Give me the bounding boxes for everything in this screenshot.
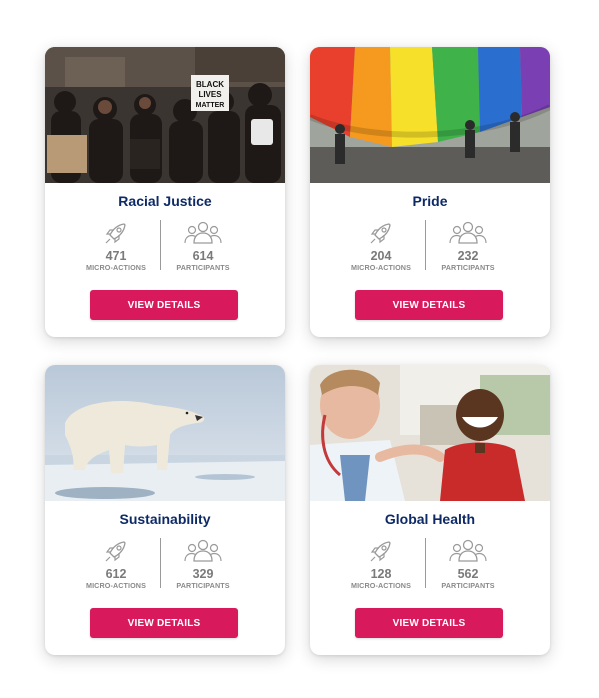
cause-card-racial-justice[interactable]: BLACK LIVES MATTER Racial Justice 471 MI…	[45, 47, 285, 337]
micro-actions-label: MICRO-ACTIONS	[351, 263, 411, 272]
svg-text:BLACK: BLACK	[196, 80, 224, 89]
cause-card-sustainability[interactable]: Sustainability 612 MICRO-ACTIONS 329 PAR…	[45, 365, 285, 655]
view-details-button[interactable]: VIEW DETAILS	[355, 608, 503, 638]
rocket-icon	[105, 223, 126, 244]
participants-count: 232	[457, 249, 479, 263]
participants-stat: 232 PARTICIPANTS	[423, 219, 513, 272]
card-title: Racial Justice	[118, 193, 212, 209]
micro-actions-count: 612	[105, 567, 127, 581]
card-title: Pride	[412, 193, 448, 209]
view-details-button[interactable]: VIEW DETAILS	[90, 290, 238, 320]
participants-stat: 562 PARTICIPANTS	[423, 537, 513, 590]
view-details-button[interactable]: VIEW DETAILS	[355, 290, 503, 320]
rainbow-flag-photo	[310, 47, 550, 183]
polar-bear-photo	[45, 365, 285, 501]
protest-photo: BLACK LIVES MATTER	[45, 47, 285, 183]
participants-label: PARTICIPANTS	[441, 263, 495, 272]
participants-stat: 329 PARTICIPANTS	[158, 537, 248, 590]
cause-card-pride[interactable]: Pride 204 MICRO-ACTIONS 232 PARTICIPANTS…	[310, 47, 550, 337]
participants-label: PARTICIPANTS	[441, 581, 495, 590]
participants-stat: 614 PARTICIPANTS	[158, 219, 248, 272]
rocket-icon	[105, 541, 126, 562]
people-icon	[184, 221, 222, 244]
participants-count: 614	[192, 249, 214, 263]
micro-actions-label: MICRO-ACTIONS	[351, 581, 411, 590]
doctor-child-photo	[310, 365, 550, 501]
people-icon	[449, 221, 487, 244]
micro-actions-stat: 204 MICRO-ACTIONS	[336, 219, 426, 272]
card-title: Sustainability	[119, 511, 211, 527]
cause-card-global-health[interactable]: Global Health 128 MICRO-ACTIONS 562 PART…	[310, 365, 550, 655]
micro-actions-stat: 471 MICRO-ACTIONS	[71, 219, 161, 272]
micro-actions-label: MICRO-ACTIONS	[86, 263, 146, 272]
card-title: Global Health	[384, 511, 476, 527]
micro-actions-count: 204	[370, 249, 392, 263]
participants-count: 562	[457, 567, 479, 581]
micro-actions-count: 128	[370, 567, 392, 581]
micro-actions-stat: 612 MICRO-ACTIONS	[71, 537, 161, 590]
rocket-icon	[370, 223, 391, 244]
svg-text:MATTER: MATTER	[196, 102, 225, 109]
people-icon	[184, 539, 222, 562]
micro-actions-count: 471	[105, 249, 127, 263]
card-stats: 204 MICRO-ACTIONS 232 PARTICIPANTS	[310, 219, 550, 275]
card-stats: 612 MICRO-ACTIONS 329 PARTICIPANTS	[45, 537, 285, 593]
micro-actions-label: MICRO-ACTIONS	[86, 581, 146, 590]
svg-text:LIVES: LIVES	[198, 90, 222, 99]
people-icon	[449, 539, 487, 562]
participants-count: 329	[192, 567, 214, 581]
participants-label: PARTICIPANTS	[176, 581, 230, 590]
card-stats: 471 MICRO-ACTIONS 614 PARTICIPANTS	[45, 219, 285, 275]
micro-actions-stat: 128 MICRO-ACTIONS	[336, 537, 426, 590]
rocket-icon	[370, 541, 391, 562]
view-details-button[interactable]: VIEW DETAILS	[90, 608, 238, 638]
participants-label: PARTICIPANTS	[176, 263, 230, 272]
card-stats: 128 MICRO-ACTIONS 562 PARTICIPANTS	[310, 537, 550, 593]
